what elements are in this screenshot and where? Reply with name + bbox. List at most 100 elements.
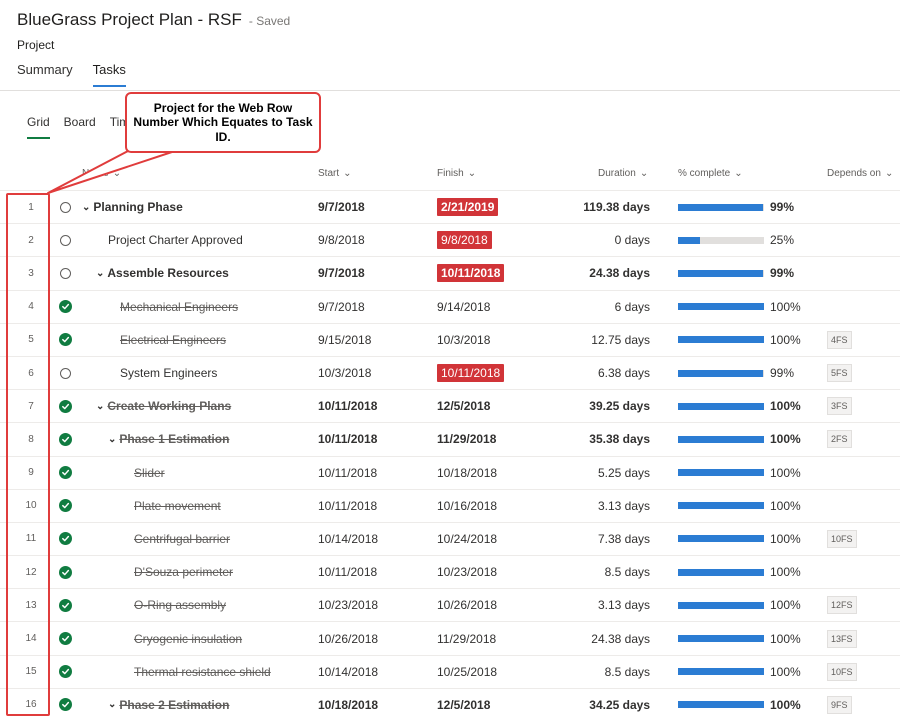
- task-finish-date[interactable]: 10/25/2018: [437, 656, 497, 688]
- task-percent-complete[interactable]: 99%: [770, 257, 794, 289]
- completed-check-icon[interactable]: [58, 333, 72, 347]
- column-header-duration[interactable]: Duration ⌄: [598, 168, 648, 179]
- task-finish-date[interactable]: 10/11/2018: [437, 257, 505, 289]
- task-finish-date[interactable]: 10/26/2018: [437, 589, 497, 621]
- completed-check-icon[interactable]: [58, 632, 72, 646]
- task-name[interactable]: ⌄ Create Working Plans: [82, 390, 231, 422]
- task-status[interactable]: [57, 390, 73, 422]
- incomplete-circle-icon[interactable]: [59, 201, 71, 213]
- task-dependency[interactable]: 2FS: [827, 423, 852, 455]
- task-status[interactable]: [57, 423, 73, 455]
- task-status[interactable]: [57, 689, 73, 721]
- chevron-down-icon[interactable]: ⌄: [108, 699, 116, 710]
- task-start-date[interactable]: 9/8/2018: [318, 224, 365, 256]
- incomplete-circle-icon[interactable]: [59, 267, 71, 279]
- task-status[interactable]: [57, 589, 73, 621]
- task-status[interactable]: [57, 191, 73, 223]
- task-duration[interactable]: 6.38 days: [560, 357, 650, 389]
- task-status[interactable]: [57, 523, 73, 555]
- table-row[interactable]: 12 D'Souza perimeter 10/11/2018 10/23/2018 8…: [0, 555, 900, 588]
- chevron-down-icon[interactable]: ⌄: [82, 202, 90, 213]
- completed-check-icon[interactable]: [58, 399, 72, 413]
- task-duration[interactable]: 3.13 days: [560, 589, 650, 621]
- table-row[interactable]: 8 ⌄ Phase 1 Estimation 10/11/2018 11/29/2018…: [0, 422, 900, 455]
- tab-summary[interactable]: Summary: [17, 62, 73, 87]
- table-row[interactable]: 16 ⌄ Phase 2 Estimation 10/18/2018 12/5/2018…: [0, 687, 900, 721]
- table-row[interactable]: 5 Electrical Engineers 9/15/2018 10/3/2018 1…: [0, 322, 900, 356]
- dependency-badge[interactable]: 3FS: [827, 397, 852, 416]
- task-dependency[interactable]: 10FS: [827, 523, 857, 555]
- task-name[interactable]: Thermal resistance shield: [82, 656, 271, 688]
- dependency-badge[interactable]: 9FS: [827, 695, 852, 714]
- task-start-date[interactable]: 10/11/2018: [318, 490, 377, 522]
- task-finish-date[interactable]: 11/29/2018: [437, 423, 496, 455]
- task-percent-complete[interactable]: 100%: [770, 390, 801, 422]
- task-name[interactable]: Cryogenic insulation: [82, 622, 242, 654]
- task-start-date[interactable]: 10/11/2018: [318, 423, 377, 455]
- view-board[interactable]: Board: [64, 115, 96, 139]
- task-start-date[interactable]: 9/15/2018: [318, 324, 371, 356]
- table-row[interactable]: 9 Slider 10/11/2018 10/18/2018 5.25 days 100%: [0, 455, 900, 489]
- task-duration[interactable]: 6 days: [560, 291, 650, 323]
- table-row[interactable]: 1 ⌄ Planning Phase 9/7/2018 2/21/2019 119.38 …: [0, 190, 900, 223]
- task-dependency[interactable]: 12FS: [827, 589, 857, 621]
- task-dependency[interactable]: 13FS: [827, 622, 857, 654]
- dependency-badge[interactable]: 12FS: [827, 596, 857, 615]
- view-grid[interactable]: Grid: [27, 115, 50, 139]
- task-percent-complete[interactable]: 99%: [770, 357, 794, 389]
- task-start-date[interactable]: 9/7/2018: [318, 257, 365, 289]
- task-percent-complete[interactable]: 100%: [770, 324, 801, 356]
- dependency-badge[interactable]: 10FS: [827, 662, 857, 681]
- task-name[interactable]: O-Ring assembly: [82, 589, 226, 621]
- tab-tasks[interactable]: Tasks: [92, 62, 126, 87]
- task-percent-complete[interactable]: 100%: [770, 622, 801, 654]
- task-percent-complete[interactable]: 100%: [770, 523, 801, 555]
- table-row[interactable]: 15 Thermal resistance shield 10/14/2018 10/…: [0, 654, 900, 688]
- task-finish-date[interactable]: 10/24/2018: [437, 523, 497, 555]
- task-dependency[interactable]: 3FS: [827, 390, 852, 422]
- task-start-date[interactable]: 10/18/2018: [318, 689, 378, 721]
- task-status[interactable]: [57, 656, 73, 688]
- table-row[interactable]: 2 Project Charter Approved 9/8/2018 9/8/201…: [0, 223, 900, 256]
- task-duration[interactable]: 8.5 days: [560, 556, 650, 588]
- dependency-badge[interactable]: 4FS: [827, 330, 852, 349]
- completed-check-icon[interactable]: [58, 598, 72, 612]
- completed-check-icon[interactable]: [58, 499, 72, 513]
- task-duration[interactable]: 35.38 days: [560, 423, 650, 455]
- column-header-name[interactable]: Name ⌄: [82, 168, 121, 179]
- task-status[interactable]: [57, 457, 73, 489]
- chevron-down-icon[interactable]: ⌄: [108, 434, 116, 445]
- task-percent-complete[interactable]: 100%: [770, 589, 801, 621]
- task-finish-date[interactable]: 2/21/2019: [437, 191, 499, 223]
- table-row[interactable]: 11 Centrifugal barrier 10/14/2018 10/24/201…: [0, 521, 900, 555]
- task-duration[interactable]: 3.13 days: [560, 490, 650, 522]
- completed-check-icon[interactable]: [58, 665, 72, 679]
- task-finish-date[interactable]: 10/16/2018: [437, 490, 497, 522]
- task-duration[interactable]: 119.38 days: [560, 191, 650, 223]
- task-finish-date[interactable]: 10/23/2018: [437, 556, 497, 588]
- completed-check-icon[interactable]: [58, 565, 72, 579]
- task-percent-complete[interactable]: 99%: [770, 191, 794, 223]
- dependency-badge[interactable]: 10FS: [827, 529, 857, 548]
- column-header-percent[interactable]: % complete ⌄: [678, 168, 743, 179]
- task-percent-complete[interactable]: 100%: [770, 490, 801, 522]
- task-status[interactable]: [57, 622, 73, 654]
- task-status[interactable]: [57, 357, 73, 389]
- column-header-finish[interactable]: Finish ⌄: [437, 168, 476, 179]
- task-start-date[interactable]: 10/23/2018: [318, 589, 378, 621]
- task-name[interactable]: Electrical Engineers: [82, 324, 226, 356]
- task-duration[interactable]: 12.75 days: [560, 324, 650, 356]
- task-duration[interactable]: 8.5 days: [560, 656, 650, 688]
- task-duration[interactable]: 39.25 days: [560, 390, 650, 422]
- table-row[interactable]: 3 ⌄ Assemble Resources 9/7/2018 10/11/2018 24…: [0, 256, 900, 289]
- completed-check-icon[interactable]: [58, 466, 72, 480]
- task-start-date[interactable]: 10/3/2018: [318, 357, 371, 389]
- table-row[interactable]: 7 ⌄ Create Working Plans 10/11/2018 12/5/201…: [0, 389, 900, 422]
- task-start-date[interactable]: 9/7/2018: [318, 291, 365, 323]
- task-percent-complete[interactable]: 100%: [770, 656, 801, 688]
- table-row[interactable]: 6 System Engineers 10/3/2018 10/11/2018 6.38…: [0, 355, 900, 389]
- dependency-badge[interactable]: 5FS: [827, 364, 852, 383]
- incomplete-circle-icon[interactable]: [59, 234, 71, 246]
- incomplete-circle-icon[interactable]: [59, 367, 71, 379]
- task-status[interactable]: [57, 291, 73, 323]
